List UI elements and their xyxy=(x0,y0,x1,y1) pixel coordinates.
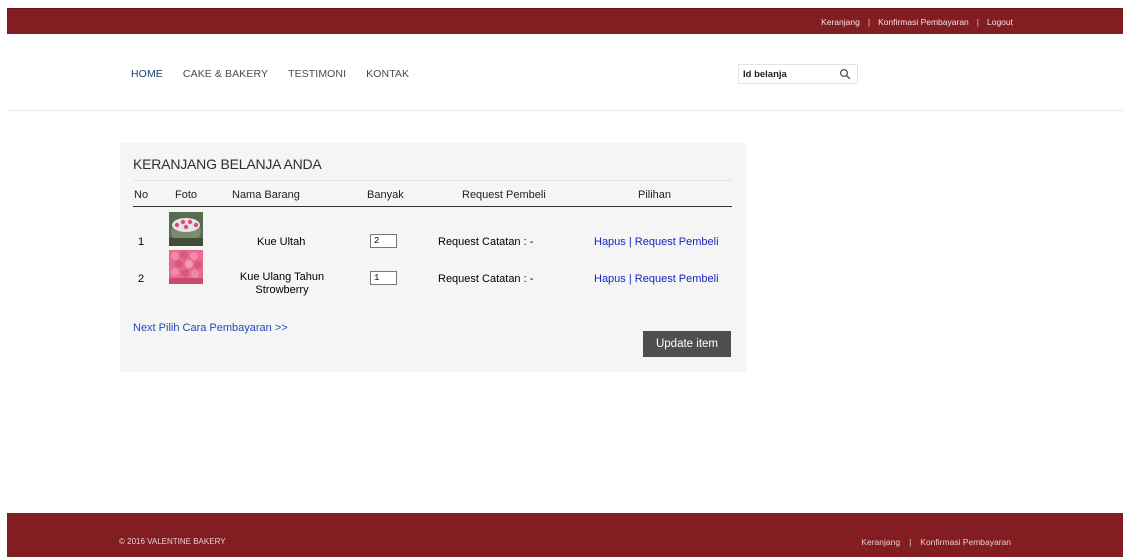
footer-link-konfirmasi-pembayaran[interactable]: Konfirmasi Pembayaran xyxy=(920,537,1011,547)
column-header-nama-barang: Nama Barang xyxy=(232,189,300,201)
cake-photo xyxy=(169,212,203,246)
column-header-request-pembeli: Request Pembeli xyxy=(462,189,546,201)
top-separator: | xyxy=(976,16,979,27)
delete-link[interactable]: Hapus xyxy=(594,273,626,285)
cart-title: KERANJANG BELANJA ANDA xyxy=(133,156,322,172)
column-header-banyak: Banyak xyxy=(367,189,404,201)
top-link-keranjang[interactable]: Keranjang xyxy=(821,17,860,27)
product-name: Kue Ulang Tahun Strowberry xyxy=(230,271,334,297)
search-input[interactable] xyxy=(743,67,831,81)
next-payment-link[interactable]: Next Pilih Cara Pembayaran >> xyxy=(133,322,288,334)
column-header-no: No xyxy=(134,189,149,201)
request-note: Request Catatan : - xyxy=(438,273,534,285)
row-number: 2 xyxy=(138,273,145,285)
request-note: Request Catatan : - xyxy=(438,236,534,248)
product-name-line: Strowberry xyxy=(255,284,309,296)
column-header-foto: Foto xyxy=(175,189,198,201)
footer-separator: | xyxy=(909,537,912,547)
nav-item-cake-bakery[interactable]: CAKE & BAKERY xyxy=(183,68,268,80)
nav-item-home[interactable]: HOME xyxy=(131,68,163,80)
top-link-logout[interactable]: Logout xyxy=(987,17,1013,27)
nav-item-testimoni[interactable]: TESTIMONI xyxy=(288,68,346,80)
quantity-input[interactable] xyxy=(370,271,397,285)
column-header-pilihan: Pilihan xyxy=(638,189,672,201)
title-divider xyxy=(133,180,732,181)
quantity-input[interactable] xyxy=(370,234,397,248)
main-nav: HOME CAKE & BAKERY TESTIMONI KONTAK xyxy=(131,68,409,80)
top-link-konfirmasi-pembayaran[interactable]: Konfirmasi Pembayaran xyxy=(878,17,969,27)
footer: © 2016 VALENTINE BAKERY Keranjang | Konf… xyxy=(7,513,1123,557)
footer-link-keranjang[interactable]: Keranjang xyxy=(861,537,900,547)
top-separator: | xyxy=(867,16,871,27)
row-number: 1 xyxy=(138,236,145,248)
header-divider xyxy=(7,110,1123,111)
search-icon[interactable] xyxy=(839,68,851,80)
footer-links: Keranjang | Konfirmasi Pembayaran xyxy=(861,537,1011,547)
top-links: Keranjang | Konfirmasi Pembayaran | Logo… xyxy=(821,9,1013,34)
product-name: Kue Ultah xyxy=(257,236,306,248)
product-name-line: Kue Ulang Tahun xyxy=(239,271,325,283)
row-actions: Hapus | Request Pembeli xyxy=(594,236,719,248)
delete-link[interactable]: Hapus xyxy=(594,236,626,248)
request-pembeli-link[interactable]: Request Pembeli xyxy=(635,236,719,248)
cake-photo xyxy=(169,250,203,284)
row-actions: Hapus | Request Pembeli xyxy=(594,273,719,285)
header-rule xyxy=(133,206,732,207)
shopping-cart-panel: KERANJANG BELANJA ANDA No Foto Nama Bara… xyxy=(120,143,746,372)
copyright-text: © 2016 VALENTINE BAKERY xyxy=(119,537,226,546)
top-bar: Keranjang | Konfirmasi Pembayaran | Logo… xyxy=(7,8,1123,34)
update-item-button[interactable]: Update item xyxy=(643,331,731,357)
request-pembeli-link[interactable]: Request Pembeli xyxy=(635,273,719,285)
search-box xyxy=(738,64,858,84)
nav-item-kontak[interactable]: KONTAK xyxy=(366,68,409,80)
